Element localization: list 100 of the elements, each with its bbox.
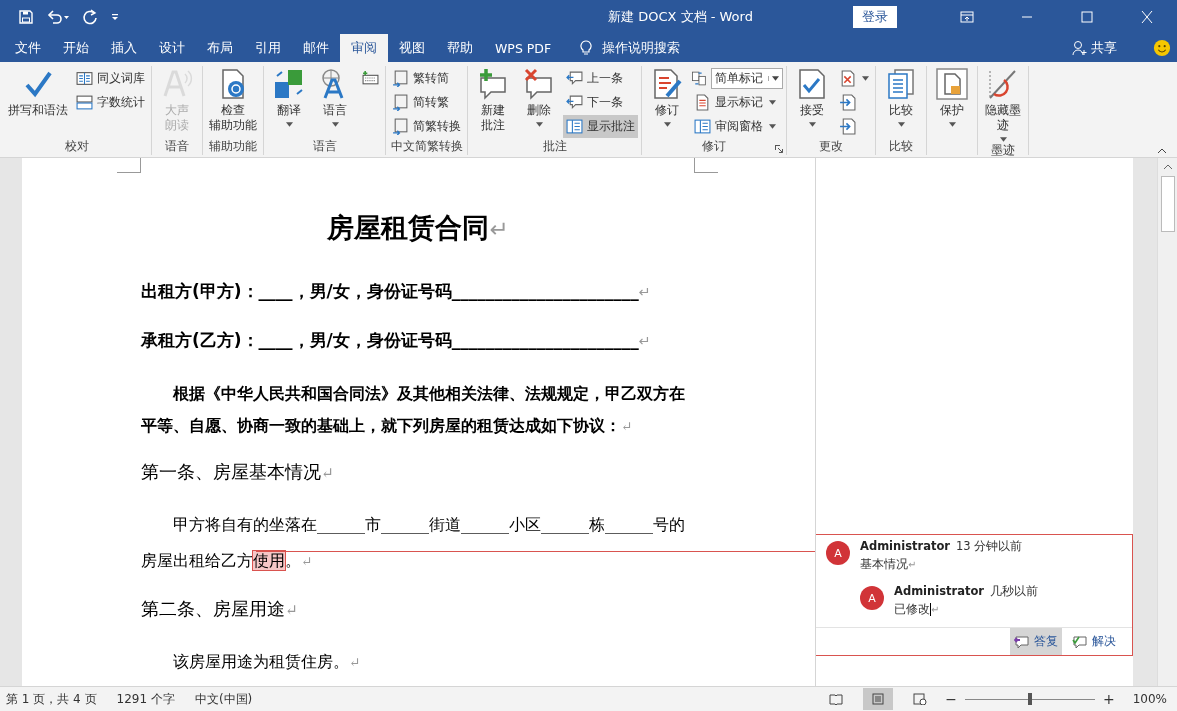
convert-icon xyxy=(392,118,409,135)
large-button[interactable]: 修订 xyxy=(645,66,689,138)
lightbulb-icon xyxy=(580,40,593,56)
pencil-document-icon xyxy=(651,68,683,100)
share-button[interactable]: 共享 xyxy=(1066,34,1123,62)
ribbon-tab[interactable]: 插入 xyxy=(100,34,148,62)
ribbon-tab[interactable]: 审阅 xyxy=(340,34,388,62)
large-button[interactable]: 翻译 xyxy=(267,66,311,138)
zoom-out-button[interactable]: − xyxy=(941,691,961,707)
paragraph: 根据《中华人民共和国合同法》及其他相关法律、法规规定，甲乙双方在平等、自愿、协商一致的基础上，就下列房屋的租赁达成如下协议：↵ xyxy=(141,383,686,437)
paragraph: 该房屋用途为租赁住房。↵ xyxy=(172,651,362,673)
save-icon[interactable] xyxy=(18,9,34,25)
tell-me-search[interactable]: 操作说明搜索 xyxy=(580,34,681,62)
book-icon xyxy=(829,693,844,705)
ink-icon xyxy=(987,68,1019,100)
pane-icon xyxy=(566,118,583,135)
ribbon-button[interactable]: 简转繁 xyxy=(389,91,464,114)
markup-dropdown[interactable]: 简单标记 xyxy=(711,68,783,89)
ribbon-tab[interactable]: WPS PDF xyxy=(484,34,563,62)
ribbon-tab[interactable]: 帮助 xyxy=(436,34,484,62)
language-status[interactable]: 中文(中国) xyxy=(188,690,267,708)
print-layout-button[interactable] xyxy=(863,688,894,710)
collapse-ribbon-icon[interactable] xyxy=(1157,148,1167,154)
ribbon-button[interactable]: 审阅窗格 xyxy=(691,115,783,138)
undo-icon[interactable] xyxy=(46,9,70,25)
page-icon xyxy=(871,693,886,705)
accept-icon xyxy=(796,68,828,100)
scroll-up-icon[interactable] xyxy=(1162,164,1173,170)
large-button[interactable]: 保护 xyxy=(930,66,974,138)
group-label: 墨迹 xyxy=(991,142,1015,159)
zoom-in-button[interactable]: + xyxy=(1098,691,1119,707)
ribbon-button[interactable]: 上一条 xyxy=(563,67,638,90)
group-label: 批注 xyxy=(542,138,567,155)
ribbon-button[interactable]: 显示批注 xyxy=(563,115,638,138)
ribbon-tab[interactable]: 文件 xyxy=(4,34,52,62)
ribbon-button[interactable]: 下一条 xyxy=(563,91,638,114)
ribbon-display-icon[interactable] xyxy=(960,11,974,23)
ribbon-tab[interactable]: 开始 xyxy=(52,34,100,62)
scrollbar[interactable] xyxy=(1157,158,1177,686)
compare-icon xyxy=(885,68,917,100)
zoom-thumb[interactable] xyxy=(1027,693,1032,705)
page-count[interactable]: 第 1 页，共 4 页 xyxy=(0,690,111,708)
ribbon-button[interactable]: 简繁转换 xyxy=(389,115,464,138)
comment-action-button[interactable]: 答复 xyxy=(1010,628,1062,655)
close-icon[interactable] xyxy=(1140,11,1154,23)
section-heading: 第一条、房屋基本情况↵ xyxy=(141,460,335,484)
sign-in-button[interactable]: 登录 xyxy=(853,6,897,28)
redo-icon[interactable] xyxy=(82,9,98,25)
large-button[interactable]: 检查 辅助功能 xyxy=(206,66,260,138)
group-label: 中文简繁转换 xyxy=(390,138,463,155)
group-label: 辅助功能 xyxy=(209,138,257,155)
document-arrow-icon xyxy=(839,118,856,135)
web-page-icon xyxy=(913,693,928,705)
book-icon xyxy=(76,70,93,87)
ribbon-tab[interactable]: 邮件 xyxy=(292,34,340,62)
ribbon-tab[interactable]: 视图 xyxy=(388,34,436,62)
group-label: 语言 xyxy=(312,138,337,155)
ribbon-button[interactable]: 繁转简 xyxy=(389,67,464,90)
convert-icon xyxy=(392,94,409,111)
large-button[interactable]: 拼写和语法 xyxy=(5,66,71,138)
comment-icon xyxy=(1072,634,1088,649)
ribbon-tab[interactable]: 引用 xyxy=(244,34,292,62)
ribbon-tab[interactable]: 布局 xyxy=(196,34,244,62)
large-button[interactable]: 比较 xyxy=(879,66,923,138)
translate-icon xyxy=(273,68,305,100)
crop-mark xyxy=(117,158,141,173)
comment-delete-icon xyxy=(523,68,555,100)
document-icon xyxy=(694,94,711,111)
large-button[interactable]: 新建 批注 xyxy=(471,66,515,138)
group-label: 语音 xyxy=(165,138,189,155)
document-title: 房屋租赁合同↵ xyxy=(326,211,510,245)
ribbon-button[interactable]: 同义词库 xyxy=(73,67,148,90)
comment-author: Administrator xyxy=(860,539,951,554)
comment-time: 几秒以前 xyxy=(990,584,1039,599)
person-add-icon xyxy=(1072,40,1088,56)
document-arrow-icon xyxy=(839,94,856,111)
large-button[interactable]: 接受 xyxy=(790,66,834,138)
large-button[interactable]: 删除 xyxy=(517,66,561,138)
group-label: 修订 xyxy=(702,138,726,155)
large-button[interactable]: 隐藏墨 迹 xyxy=(981,66,1025,142)
comment-time: 13 分钟以前 xyxy=(956,539,1023,554)
large-button[interactable]: 语言 xyxy=(313,66,357,138)
comment-action-button[interactable]: 解决 xyxy=(1068,628,1120,655)
dialog-launcher-icon[interactable] xyxy=(775,145,783,153)
comment-icon xyxy=(566,70,583,87)
scroll-thumb[interactable] xyxy=(1160,176,1175,232)
smiley-icon[interactable] xyxy=(1153,39,1171,57)
convert-icon xyxy=(392,70,409,87)
customize-icon[interactable] xyxy=(110,12,120,22)
group-label: 更改 xyxy=(819,138,843,155)
ribbon-tab[interactable]: 设计 xyxy=(148,34,196,62)
ribbon-button[interactable]: 显示标记 xyxy=(691,91,783,114)
zoom-level[interactable]: 100% xyxy=(1118,692,1177,706)
party-line: 承租方(乙方)：____，男/女，身份证号码______________________↵ xyxy=(141,329,652,352)
crop-mark xyxy=(694,158,718,173)
ribbon-button[interactable]: 字数统计 xyxy=(73,91,148,114)
word-count[interactable]: 1291 个字 xyxy=(110,690,189,708)
section-heading: 第二条、房屋用途↵ xyxy=(141,597,299,621)
grid-icon xyxy=(76,94,93,111)
maximize-icon[interactable] xyxy=(1080,11,1094,23)
